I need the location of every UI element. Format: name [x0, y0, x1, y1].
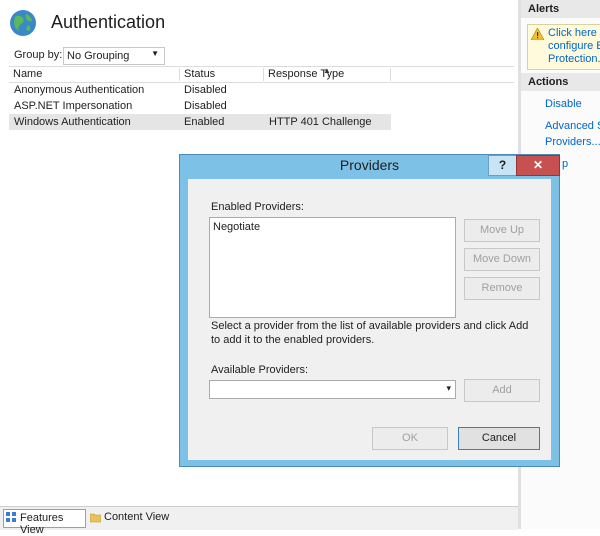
enabled-providers-label: Enabled Providers:: [211, 201, 304, 213]
column-header-status[interactable]: Status: [180, 68, 264, 81]
hint-text-line: Select a provider from the list of avail…: [211, 320, 529, 332]
row-name: Anonymous Authentication: [14, 84, 145, 96]
view-tabs: Features View Content View: [0, 506, 518, 536]
available-providers-label: Available Providers:: [211, 364, 309, 376]
features-view-icon: [6, 512, 16, 522]
globe-icon: [10, 10, 36, 36]
remove-button[interactable]: Remove: [464, 277, 540, 300]
move-up-button[interactable]: Move Up: [464, 219, 540, 242]
chevron-down-icon: ▾: [446, 383, 451, 393]
actions-header: Actions: [521, 73, 600, 91]
alert-link-line[interactable]: Protection.: [548, 53, 600, 65]
table-row[interactable]: Anonymous Authentication Disabled: [9, 82, 391, 98]
page-title: Authentication: [51, 12, 166, 32]
help-button[interactable]: ?: [488, 155, 517, 176]
enabled-providers-list[interactable]: Negotiate: [209, 217, 456, 318]
group-by-value: No Grouping: [67, 50, 130, 62]
advanced-settings-link[interactable]: Advanced Se: [545, 120, 600, 132]
move-down-button[interactable]: Move Down: [464, 248, 540, 271]
row-status: Disabled: [184, 84, 227, 96]
hint-text-line: to add it to the enabled providers.: [211, 334, 375, 346]
tab-features-view[interactable]: Features View: [3, 509, 86, 536]
list-item[interactable]: Negotiate: [213, 221, 260, 233]
providers-dialog: Providers ? ✕ Enabled Providers: Negotia…: [179, 154, 560, 467]
dialog-body: Enabled Providers: Negotiate Move Up Mov…: [188, 179, 551, 460]
alert-link-line[interactable]: Click here to: [548, 27, 600, 39]
grid-header: Name Status Response Type: [9, 66, 514, 83]
warning-icon: [531, 28, 544, 40]
row-name: Windows Authentication: [14, 116, 131, 128]
alert-link-line[interactable]: configure Ex: [548, 40, 600, 52]
chevron-down-icon: ▼: [151, 49, 159, 58]
help-link[interactable]: p: [562, 158, 568, 170]
alert-box[interactable]: Click here to configure Ex Protection.: [527, 24, 600, 70]
cancel-button[interactable]: Cancel: [458, 427, 540, 450]
table-row[interactable]: ASP.NET Impersonation Disabled: [9, 98, 391, 114]
available-providers-dropdown[interactable]: ▾: [209, 380, 456, 399]
folder-icon: [90, 513, 101, 523]
row-status: Disabled: [184, 100, 227, 112]
group-by-label: Group by:: [14, 49, 63, 61]
tab-label: Features View: [20, 512, 64, 536]
add-button[interactable]: Add: [464, 379, 540, 402]
sort-arrow-icon: ▲: [323, 66, 331, 75]
tab-label: Content View: [104, 511, 170, 523]
row-response-type: HTTP 401 Challenge: [269, 116, 372, 128]
column-header-name[interactable]: Name: [9, 68, 180, 81]
ok-button[interactable]: OK: [372, 427, 448, 450]
providers-link[interactable]: Providers...: [545, 136, 600, 148]
group-by-dropdown[interactable]: No Grouping ▼: [63, 47, 165, 65]
row-status: Enabled: [184, 116, 225, 128]
row-name: ASP.NET Impersonation: [14, 100, 133, 112]
alerts-header: Alerts: [521, 0, 600, 18]
table-row-selected[interactable]: Windows Authentication Enabled HTTP 401 …: [9, 114, 391, 130]
close-button[interactable]: ✕: [516, 155, 560, 176]
disable-link[interactable]: Disable: [545, 98, 582, 110]
